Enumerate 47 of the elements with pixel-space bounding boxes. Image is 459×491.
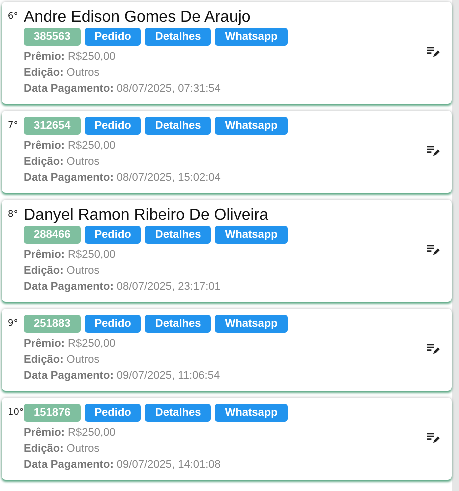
info-line: Data Pagamento: 08/07/2025, 15:02:04 bbox=[24, 171, 221, 186]
rank-label: 7° bbox=[8, 120, 20, 131]
action-button[interactable]: Detalhes bbox=[145, 404, 212, 422]
info-line: Data Pagamento: 09/07/2025, 11:06:54 bbox=[24, 369, 220, 384]
action-button[interactable]: Detalhes bbox=[145, 117, 212, 135]
action-button[interactable]: Detalhes bbox=[145, 28, 212, 46]
action-button[interactable]: Detalhes bbox=[145, 315, 212, 333]
info-line: Edição: Outros bbox=[24, 264, 100, 279]
edit-list-icon[interactable] bbox=[427, 146, 440, 157]
edit-list-icon[interactable] bbox=[427, 47, 440, 58]
edit-list-icon[interactable] bbox=[427, 245, 440, 256]
action-button[interactable]: Whatsapp bbox=[215, 28, 288, 46]
action-button[interactable]: Pedido bbox=[84, 117, 142, 135]
action-button[interactable]: Whatsapp bbox=[215, 117, 288, 135]
info-line: Edição: Outros bbox=[24, 442, 100, 457]
ticket-number: 312654 bbox=[24, 117, 81, 135]
ticket-number: 288466 bbox=[24, 226, 81, 244]
info-line: Prêmio: R$250,00 bbox=[24, 248, 116, 263]
winner-name: Danyel Ramon Ribeiro De Oliveira bbox=[24, 206, 270, 225]
edit-list-icon[interactable] bbox=[427, 433, 440, 444]
info-line: Prêmio: R$250,00 bbox=[24, 139, 116, 154]
action-button[interactable]: Pedido bbox=[84, 28, 142, 46]
info-line: Prêmio: R$250,00 bbox=[24, 50, 116, 65]
info-line: Edição: Outros bbox=[24, 155, 100, 170]
ticket-number: 151876 bbox=[24, 404, 81, 422]
action-button[interactable]: Whatsapp bbox=[215, 315, 288, 333]
info-line: Prêmio: R$250,00 bbox=[24, 337, 116, 352]
rank-label: 10° bbox=[8, 407, 24, 418]
info-line: Edição: Outros bbox=[24, 66, 100, 81]
ticket-number: 251883 bbox=[24, 315, 81, 333]
action-button[interactable]: Detalhes bbox=[145, 226, 212, 244]
action-button[interactable]: Whatsapp bbox=[215, 226, 288, 244]
action-button[interactable]: Pedido bbox=[84, 315, 142, 333]
ticket-number: 385563 bbox=[24, 28, 81, 46]
rank-label: 8° bbox=[8, 209, 20, 220]
rank-label: 6° bbox=[8, 11, 20, 22]
edit-list-icon[interactable] bbox=[427, 344, 440, 355]
info-line: Data Pagamento: 08/07/2025, 07:31:54 bbox=[24, 82, 221, 97]
winner-name: Andre Edison Gomes De Araujo bbox=[24, 8, 252, 27]
info-line: Prêmio: R$250,00 bbox=[24, 426, 116, 441]
action-button[interactable]: Whatsapp bbox=[215, 404, 288, 422]
info-line: Data Pagamento: 08/07/2025, 23:17:01 bbox=[24, 280, 221, 295]
action-button[interactable]: Pedido bbox=[84, 404, 142, 422]
rank-label: 9° bbox=[8, 318, 20, 329]
action-button[interactable]: Pedido bbox=[84, 226, 142, 244]
info-line: Data Pagamento: 09/07/2025, 14:01:08 bbox=[24, 458, 221, 473]
info-line: Edição: Outros bbox=[24, 353, 100, 368]
